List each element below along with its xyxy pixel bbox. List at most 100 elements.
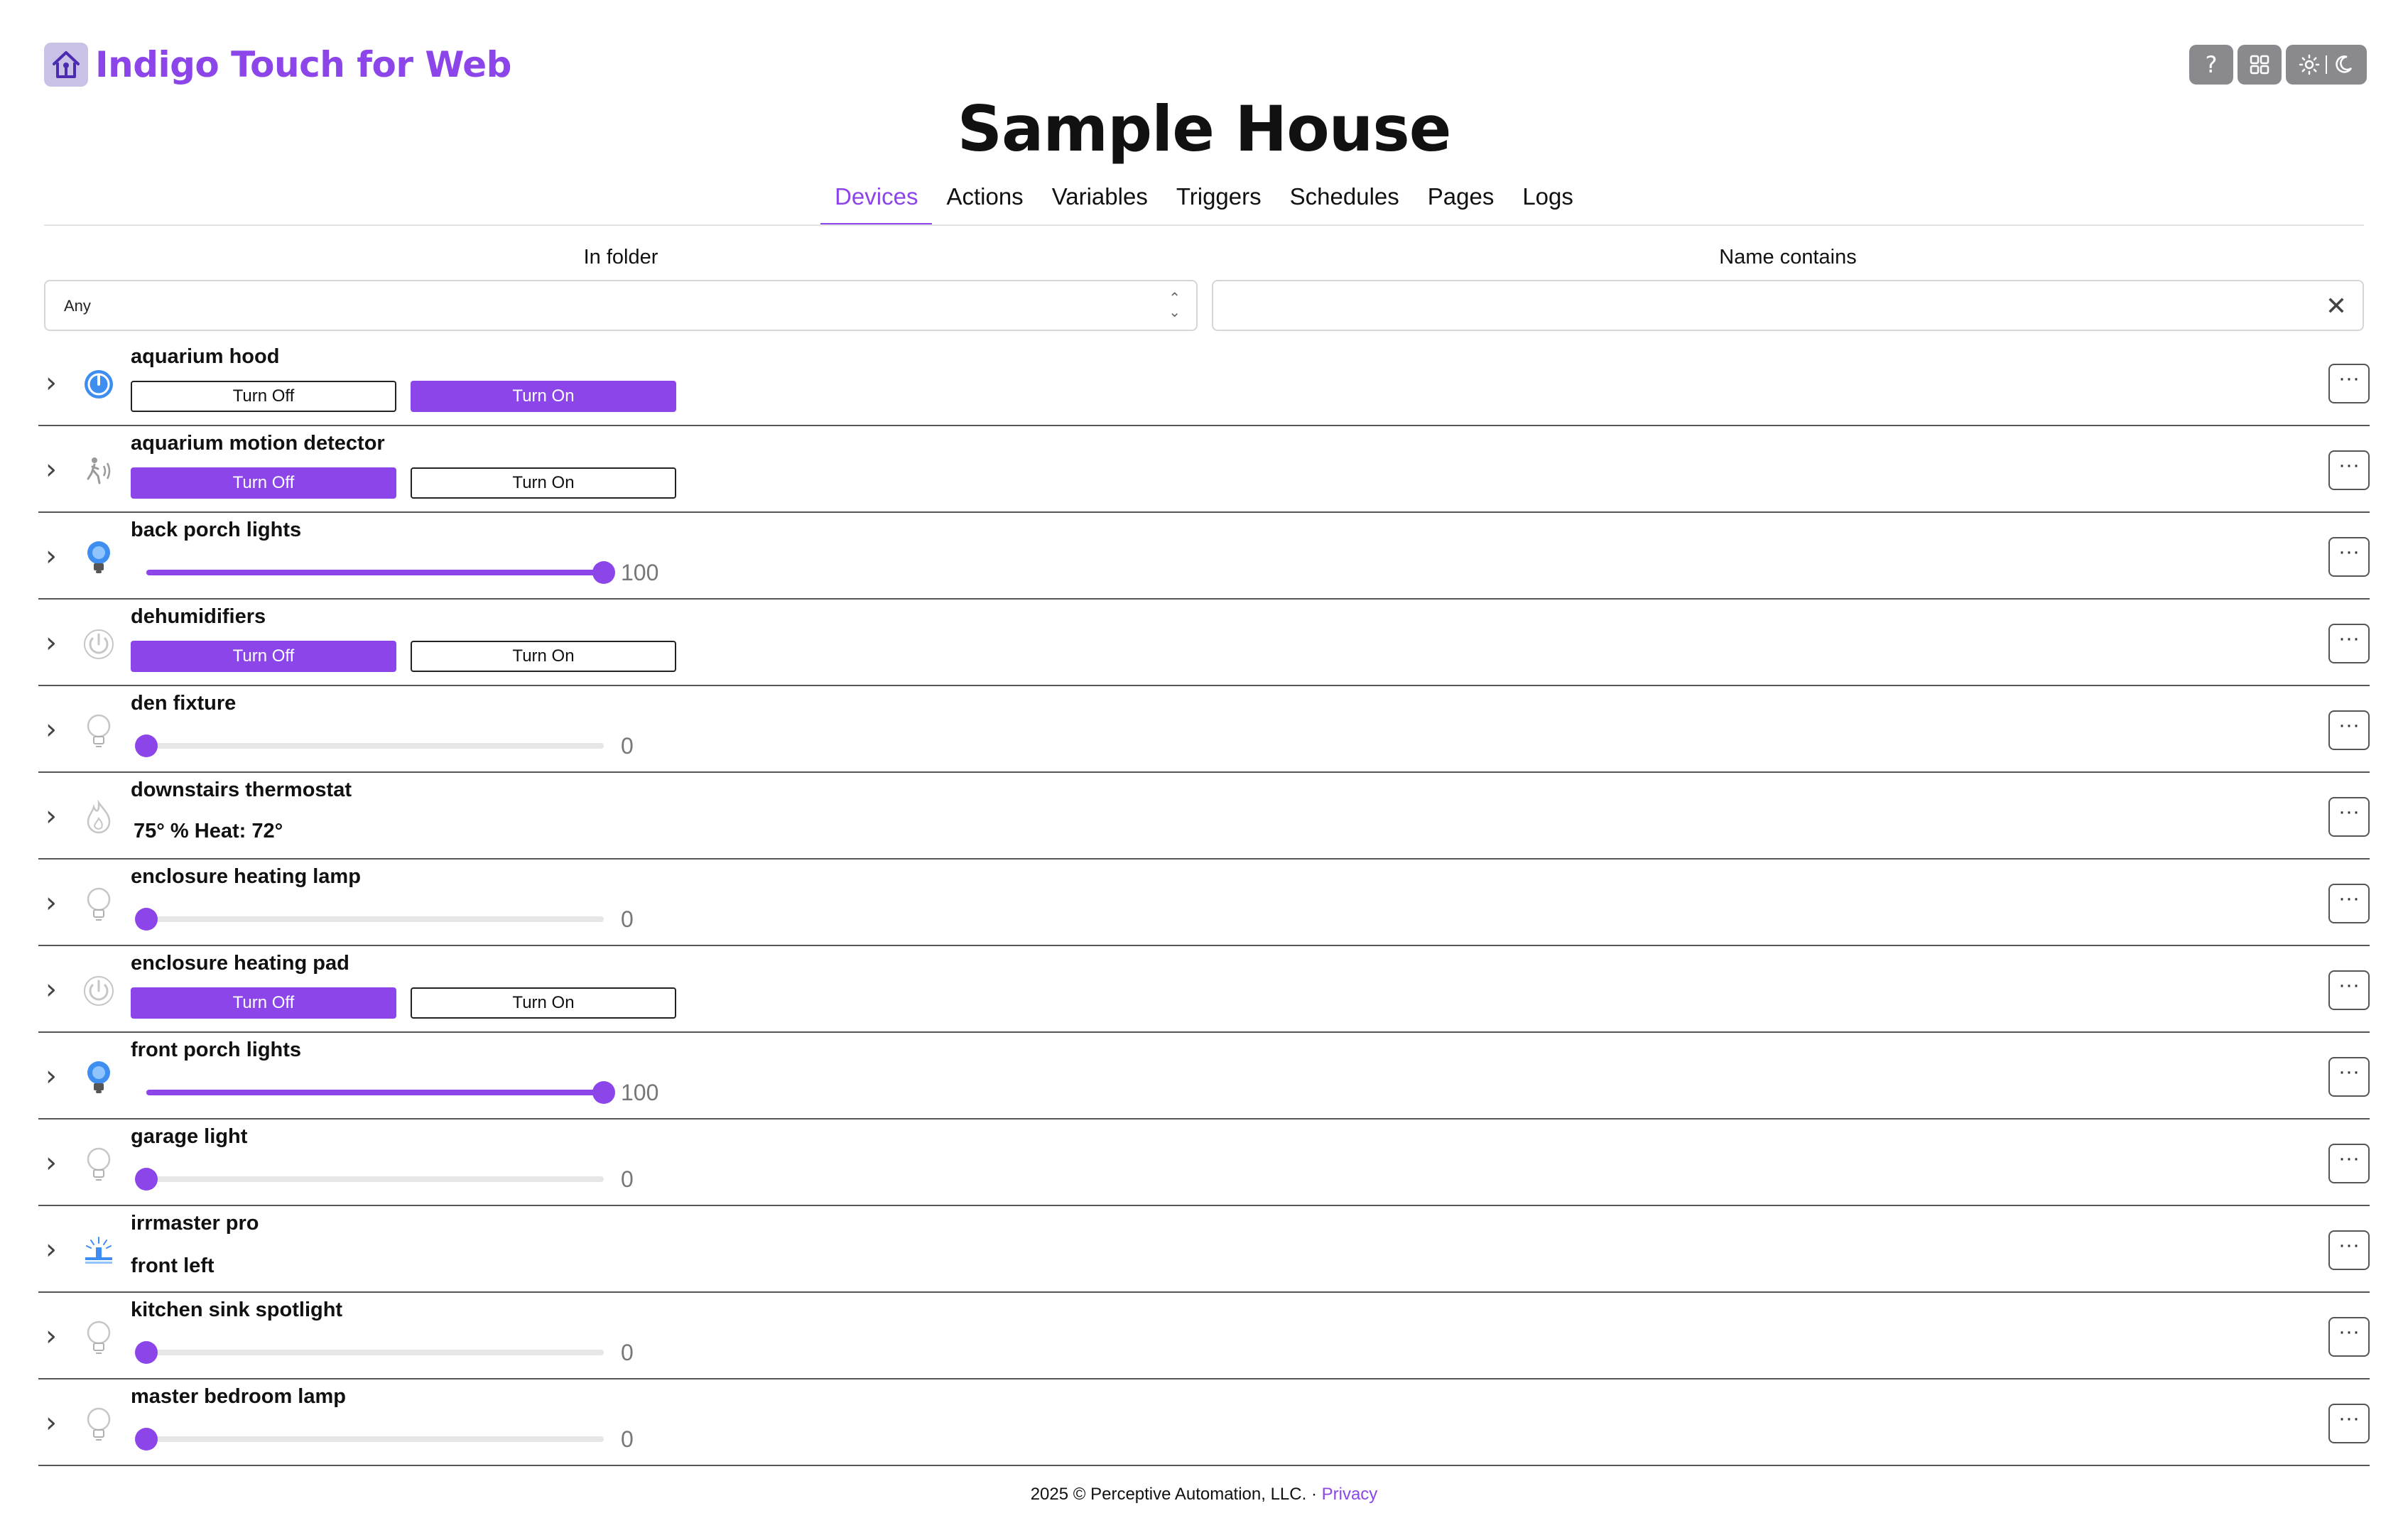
brightness-slider[interactable] [135,734,604,757]
bulb-icon-off [80,712,118,750]
device-name: back porch lights [131,519,302,541]
tab-variables[interactable]: Variables [1038,179,1162,224]
brightness-value: 100 [621,560,659,585]
device-row: › dehumidifiers Turn Off Turn On ··· [38,600,2370,686]
bulb-icon-off [80,885,118,923]
more-options-button[interactable]: ··· [2328,624,2370,663]
turn-on-button[interactable]: Turn On [411,381,676,412]
chevron-right-icon[interactable]: › [45,1060,57,1093]
more-options-button[interactable]: ··· [2328,364,2370,403]
brightness-slider[interactable] [135,1428,604,1451]
clear-icon[interactable]: ✕ [2326,291,2347,321]
slider-thumb[interactable] [592,1081,615,1104]
more-options-button[interactable]: ··· [2328,797,2370,837]
chevron-right-icon[interactable]: › [45,453,57,486]
device-name: irrmaster pro [131,1212,259,1235]
folder-select-value: Any [64,297,91,315]
folder-select[interactable]: Any ⌃ ⌄ [44,280,1198,331]
tab-logs[interactable]: Logs [1508,179,1588,224]
turn-on-button[interactable]: Turn On [411,987,676,1019]
more-options-button[interactable]: ··· [2328,1144,2370,1183]
chevron-right-icon[interactable]: › [45,800,57,833]
brand[interactable]: Indigo Touch for Web [44,43,511,87]
power-icon-off [80,972,118,1010]
brightness-value: 0 [621,733,634,759]
slider-thumb[interactable] [135,1341,158,1364]
turn-on-button[interactable]: Turn On [411,467,676,499]
grid-icon [2250,55,2269,75]
power-icon-on [80,365,118,403]
device-row: › aquarium motion detector Turn Off Turn On… [38,426,2370,513]
turn-off-button[interactable]: Turn Off [131,467,396,499]
nav-divider [44,224,2364,226]
more-options-button[interactable]: ··· [2328,537,2370,577]
theme-divider [2326,55,2327,74]
more-options-button[interactable]: ··· [2328,970,2370,1010]
main-tabs: Devices Actions Variables Triggers Sched… [0,179,2408,226]
brightness-slider[interactable] [135,1341,604,1364]
more-options-button[interactable]: ··· [2328,1404,2370,1443]
chevron-right-icon[interactable]: › [45,627,57,659]
brightness-value: 0 [621,906,634,932]
tab-schedules[interactable]: Schedules [1276,179,1414,224]
brightness-slider[interactable] [135,908,604,931]
thermostat-status: 75° % Heat: 72° [134,820,283,842]
chevron-right-icon[interactable]: › [45,1233,57,1266]
device-row: › garage light 0 ··· [38,1119,2370,1206]
device-name: den fixture [131,692,237,715]
chevron-right-icon[interactable]: › [45,887,57,919]
turn-on-button[interactable]: Turn On [411,641,676,672]
grid-view-button[interactable] [2238,45,2282,85]
more-options-button[interactable]: ··· [2328,1317,2370,1357]
tab-actions[interactable]: Actions [932,179,1037,224]
brightness-slider[interactable] [146,561,615,584]
turn-off-button[interactable]: Turn Off [131,987,396,1019]
chevron-right-icon[interactable]: › [45,540,57,573]
power-icon-off [80,625,118,663]
chevron-right-icon[interactable]: › [45,1406,57,1439]
tab-triggers[interactable]: Triggers [1162,179,1276,224]
chevron-right-icon[interactable]: › [45,367,57,399]
name-filter-input[interactable]: ✕ [1212,280,2364,331]
brightness-slider[interactable] [135,1168,604,1191]
slider-thumb[interactable] [592,561,615,584]
chevron-right-icon[interactable]: › [45,1320,57,1352]
slider-thumb[interactable] [135,1428,158,1451]
turn-off-button[interactable]: Turn Off [131,641,396,672]
device-row: › downstairs thermostat 75° % Heat: 72° ··· [38,773,2370,860]
device-name: aquarium hood [131,345,280,368]
copyright-text: 2025 © Perceptive Automation, LLC. · [1030,1485,1317,1504]
more-options-button[interactable]: ··· [2328,884,2370,923]
help-button[interactable]: ? [2189,45,2233,85]
brightness-value: 0 [621,1426,634,1452]
bulb-icon-off [80,1405,118,1443]
slider-thumb[interactable] [135,908,158,931]
slider-fill [146,1090,604,1095]
theme-toggle-button[interactable] [2286,45,2367,85]
privacy-link[interactable]: Privacy [1322,1485,1378,1504]
more-options-button[interactable]: ··· [2328,710,2370,750]
slider-fill [146,570,604,575]
tab-devices[interactable]: Devices [820,179,933,226]
chevron-right-icon[interactable]: › [45,713,57,746]
chevron-right-icon[interactable]: › [45,1146,57,1179]
bulb-icon-off [80,1318,118,1357]
slider-thumb[interactable] [135,1168,158,1191]
more-options-button[interactable]: ··· [2328,1230,2370,1270]
more-options-button[interactable]: ··· [2328,450,2370,490]
device-row: › master bedroom lamp 0 ··· [38,1379,2370,1466]
folder-filter-label: In folder [583,246,658,269]
brightness-value: 0 [621,1340,634,1365]
chevron-right-icon[interactable]: › [45,973,57,1006]
brightness-slider[interactable] [146,1081,615,1104]
device-name: garage light [131,1125,248,1148]
sprinkler-icon [80,1232,118,1270]
device-row: › enclosure heating pad Turn Off Turn On ··· [38,946,2370,1033]
more-options-button[interactable]: ··· [2328,1057,2370,1097]
bulb-icon-off [80,1145,118,1183]
device-row: › kitchen sink spotlight 0 ··· [38,1293,2370,1379]
bulb-icon-on [80,1058,118,1097]
turn-off-button[interactable]: Turn Off [131,381,396,412]
slider-thumb[interactable] [135,734,158,757]
tab-pages[interactable]: Pages [1414,179,1509,224]
